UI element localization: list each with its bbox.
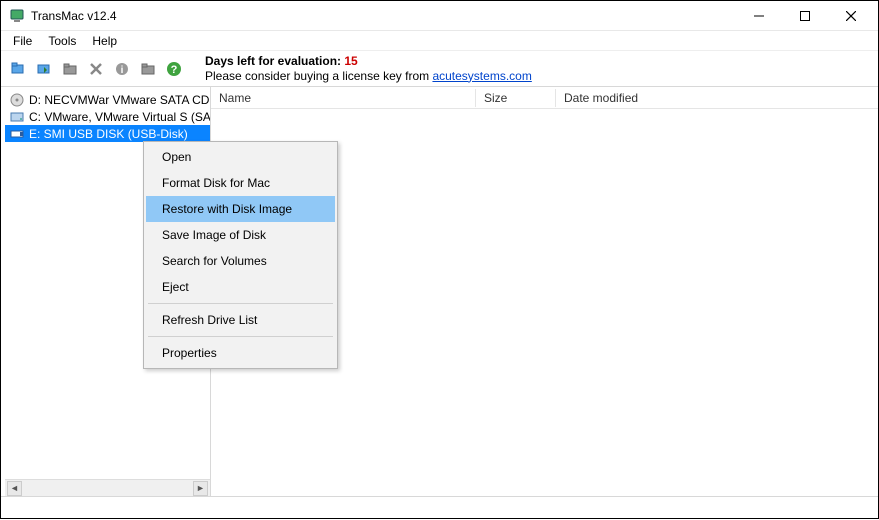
evaluation-notice: Days left for evaluation: 15 Please cons… (205, 54, 532, 84)
column-headers: Name Size Date modified (211, 87, 878, 109)
folder2-icon[interactable] (137, 58, 159, 80)
context-eject[interactable]: Eject (146, 274, 335, 300)
disc-icon (9, 92, 25, 108)
title-bar: TransMac v12.4 (1, 1, 878, 31)
minimize-button[interactable] (736, 2, 782, 30)
tree-node-selected[interactable]: E: SMI USB DISK (USB-Disk) (5, 125, 210, 142)
context-format-disk-for-mac[interactable]: Format Disk for Mac (146, 170, 335, 196)
context-properties[interactable]: Properties (146, 340, 335, 366)
window-title: TransMac v12.4 (31, 9, 117, 23)
context-refresh-drive-list[interactable]: Refresh Drive List (146, 307, 335, 333)
svg-text:i: i (121, 65, 124, 76)
help-icon[interactable]: ? (163, 58, 185, 80)
column-header-size[interactable]: Size (476, 89, 556, 107)
toolbar: i ? Days left for evaluation: 15 Please … (1, 51, 878, 87)
scroll-left-icon[interactable]: ◄ (7, 481, 22, 496)
tree-node-label: D: NECVMWar VMware SATA CD01 (S. (29, 93, 210, 107)
context-save-image-of-disk[interactable]: Save Image of Disk (146, 222, 335, 248)
context-separator (148, 336, 333, 337)
context-open[interactable]: Open (146, 144, 335, 170)
menu-help[interactable]: Help (84, 32, 125, 50)
context-separator (148, 303, 333, 304)
eval-line2: Please consider buying a license key fro… (205, 69, 432, 83)
delete-icon[interactable] (85, 58, 107, 80)
status-bar (1, 496, 878, 520)
tree-node-label: C: VMware, VMware Virtual S (SAS-Disk (29, 110, 210, 124)
window-controls (736, 2, 874, 30)
content-area: D: NECVMWar VMware SATA CD01 (S. C: VMwa… (1, 87, 878, 496)
open-from-file-icon[interactable] (7, 58, 29, 80)
open-to-file-icon[interactable] (33, 58, 55, 80)
tree-horizontal-scrollbar[interactable]: ◄ ► (5, 479, 210, 496)
column-header-date[interactable]: Date modified (556, 89, 878, 107)
app-icon (9, 8, 25, 24)
tree-node[interactable]: D: NECVMWar VMware SATA CD01 (S. (5, 91, 210, 108)
maximize-button[interactable] (782, 2, 828, 30)
eval-label: Days left for evaluation: (205, 54, 341, 68)
hdd-icon (9, 109, 25, 125)
close-button[interactable] (828, 2, 874, 30)
context-menu: Open Format Disk for Mac Restore with Di… (143, 141, 338, 369)
menu-bar: File Tools Help (1, 31, 878, 51)
context-search-for-volumes[interactable]: Search for Volumes (146, 248, 335, 274)
folder-icon[interactable] (59, 58, 81, 80)
column-header-name[interactable]: Name (211, 89, 476, 107)
info-icon[interactable]: i (111, 58, 133, 80)
menu-tools[interactable]: Tools (40, 32, 84, 50)
svg-text:?: ? (171, 64, 178, 76)
scroll-right-icon[interactable]: ► (193, 481, 208, 496)
usb-icon (9, 126, 25, 142)
tree-node-label: E: SMI USB DISK (USB-Disk) (29, 127, 188, 141)
tree-node[interactable]: C: VMware, VMware Virtual S (SAS-Disk (5, 108, 210, 125)
context-restore-with-disk-image[interactable]: Restore with Disk Image (146, 196, 335, 222)
menu-file[interactable]: File (5, 32, 40, 50)
eval-days-count: 15 (344, 54, 357, 68)
eval-link[interactable]: acutesystems.com (432, 69, 531, 83)
